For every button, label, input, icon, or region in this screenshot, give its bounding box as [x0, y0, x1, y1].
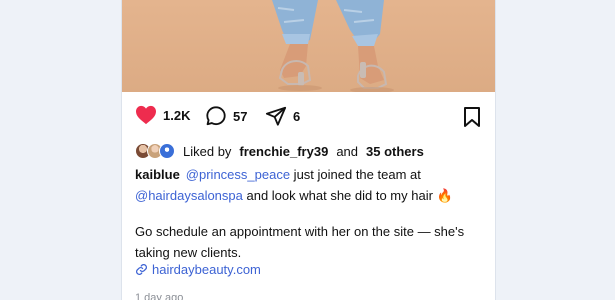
- bookmark-icon: [464, 107, 480, 127]
- post-photo[interactable]: [122, 0, 495, 92]
- post-timestamp: 1 day ago: [135, 292, 184, 300]
- liker-avatars[interactable]: [135, 143, 177, 159]
- caption-text: just joined the team at: [290, 167, 421, 182]
- caption-text: and look what she did to my hair 🔥: [242, 188, 453, 203]
- caption-paragraph: Go schedule an appointment with her on t…: [135, 224, 465, 260]
- post-card: 1.2K 57 6 Liked by frenchie_fry39 and 35…: [121, 0, 496, 300]
- heart-icon: [136, 105, 156, 125]
- send-icon: [265, 106, 287, 126]
- liked-by-others[interactable]: 35 others: [366, 144, 424, 159]
- avatar: [159, 143, 175, 159]
- like-count: 1.2K: [163, 107, 191, 123]
- liked-by-joiner: and: [336, 143, 359, 159]
- comment-button[interactable]: 57: [205, 105, 247, 127]
- comment-count: 57: [233, 108, 248, 124]
- caption-paragraph: kaiblue @princess_peace just joined the t…: [135, 164, 485, 206]
- website-link-text: hairdaybeauty.com: [152, 262, 261, 277]
- caption-username[interactable]: kaiblue: [135, 167, 180, 182]
- liked-by-username[interactable]: frenchie_fry39: [239, 144, 328, 159]
- save-button[interactable]: [462, 106, 482, 128]
- share-count: 6: [293, 108, 301, 124]
- share-button[interactable]: 6: [265, 105, 300, 127]
- post-photo-illustration: [272, 0, 394, 92]
- like-button[interactable]: 1.2K: [135, 105, 190, 125]
- link-icon: [136, 264, 147, 275]
- website-link[interactable]: hairdaybeauty.com: [135, 262, 261, 277]
- action-bar: 1.2K 57 6: [122, 92, 495, 142]
- post-caption: kaiblue @princess_peace just joined the t…: [135, 164, 485, 263]
- mention-link[interactable]: @hairdaysalonspa: [135, 188, 243, 203]
- comment-icon: [206, 106, 226, 126]
- liked-by-row: Liked by frenchie_fry39 and 35 others: [135, 142, 424, 160]
- mention-link[interactable]: @princess_peace: [186, 167, 290, 182]
- liked-by-prefix: Liked by: [183, 143, 232, 159]
